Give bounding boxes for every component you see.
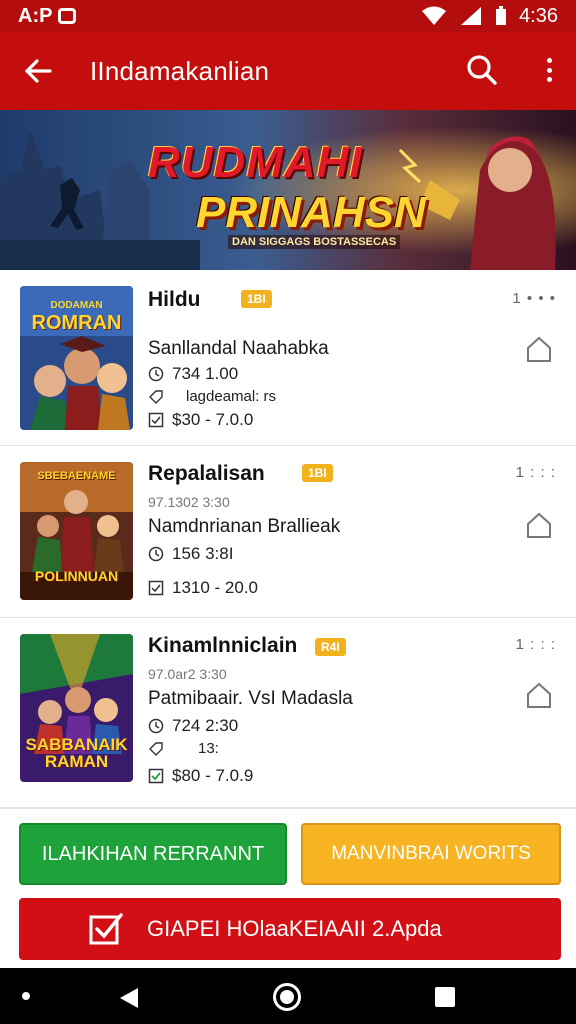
home-outline-icon[interactable] [524,680,554,710]
system-nav-bar [0,968,576,1024]
tag-icon [149,389,163,404]
item-price: 1310 - 20.0 [172,578,259,597]
clock-icon [148,546,164,562]
list-item[interactable]: SBEBAENAME POLINNUAN Repalalisan 1BI 1 :… [0,446,576,618]
list-item[interactable]: SABBANAIK RAMAN Kinamlnniclain R4I 1 : :… [0,618,576,808]
item-title: Hildu [148,288,201,311]
item-time: 734 1.00 [172,364,239,383]
item-thumbnail[interactable]: SABBANAIK RAMAN [20,634,133,782]
item-location: 13: [198,740,219,757]
item-badge: 1BI [302,464,333,482]
item-description: Sanllandal Naahabka [148,338,329,359]
item-title: Kinamlnniclain [148,634,298,657]
status-time: 4:36 [519,4,558,27]
thumbnail-top-text: SBEBAENAME [37,470,116,482]
item-subtitle: 97.1302 3:30 [148,494,230,510]
item-location: lagdeamal: rs [186,388,277,405]
wifi-icon [422,6,447,25]
item-time-row: 156 3:8I [148,544,233,564]
nav-home-icon[interactable] [273,983,301,1011]
promo-banner[interactable]: RUDMAHI PRINAHSN DAN SIGGAGS BOSTASSECAS [0,110,576,270]
search-icon [467,55,497,85]
checkbox-icon [148,580,164,596]
item-badge: R4I [315,638,346,656]
thumbnail-title: ROMRAN [31,312,122,334]
checklist-icon [89,913,123,945]
screen: A:P 4:36 IIndamakanlian RUDMAHI PRINAHSN… [0,0,576,1024]
more-dot [546,58,552,63]
item-time: 156 3:8I [172,544,234,563]
nav-dot [22,992,30,1000]
item-price-row: $80 - 7.0.9 [148,766,253,786]
item-location-row: 13: [148,740,219,757]
signal-icon [461,7,482,25]
thumbnail-title: POLINNUAN [34,568,119,584]
green-action-button[interactable]: ILAHKIHAN RERRANNT [19,823,287,885]
status-bar: A:P 4:36 [0,0,576,32]
app-bar: IIndamakanlian [0,32,576,110]
yellow-action-button[interactable]: MANVINBRAI WORITS [301,823,561,885]
item-title: Repalalisan [148,462,265,485]
nav-back-icon[interactable] [118,986,140,1010]
nav-recents-icon[interactable] [435,987,455,1007]
banner-subtitle: PRINAHSN [196,188,426,237]
item-thumbnail[interactable]: SBEBAENAME POLINNUAN [20,462,133,600]
item-price-row: $30 - 7.0.0 [148,410,253,430]
item-count: 1 : : : [515,464,556,481]
item-time-row: 724 2:30 [148,716,238,736]
item-count: 1 : : : [515,636,556,653]
tag-icon [149,741,163,756]
status-left-text: A:P [18,4,53,27]
arrow-left-icon [24,59,52,83]
more-options-button[interactable] [540,52,558,88]
item-description: Patmibaair. VsI Madasla [148,688,353,709]
search-button[interactable] [464,52,500,88]
action-row: ILAHKIHAN RERRANNT MANVINBRAI WORITS [0,808,576,900]
item-location-row: lagdeamal: rs [148,388,276,405]
item-price: $30 - 7.0.0 [172,410,254,429]
item-time: 724 2:30 [172,716,239,735]
item-badge: 1BI [241,290,272,308]
home-outline-icon[interactable] [524,334,554,364]
primary-action-label: GIAPEI HOlaaKEIAAII 2.Apda [147,916,442,941]
item-description: Namdnrianan Brallieak [148,516,341,537]
checkbox-icon [148,412,164,428]
banner-title: RUDMAHI [148,138,363,187]
thumbnail-top-text: DODAMAN [50,300,103,311]
item-price-row: 1310 - 20.0 [148,578,258,598]
item-price: $80 - 7.0.9 [172,766,254,785]
notification-icon [58,8,77,24]
page-title: IIndamakanlian [90,55,270,86]
banner-tagline: DAN SIGGAGS BOSTASSECAS [228,235,401,249]
battery-icon [496,6,507,25]
list-item[interactable]: DODAMAN ROMRAN Hildu 1BI 1 • • • Sanllan… [0,270,576,446]
status-left: A:P [18,4,77,28]
item-thumbnail[interactable]: DODAMAN ROMRAN [20,286,133,430]
checkbox-checked-icon [148,768,164,784]
status-right: 4:36 [421,5,558,28]
back-button[interactable] [0,32,76,110]
item-subtitle: 97.0ar2 3:30 [148,666,227,682]
clock-icon [148,718,164,734]
more-dot [546,77,552,82]
item-time-row: 734 1.00 [148,364,238,384]
home-outline-icon[interactable] [524,510,554,540]
event-list: DODAMAN ROMRAN Hildu 1BI 1 • • • Sanllan… [0,270,576,808]
clock-icon [148,366,164,382]
item-count: 1 • • • [512,290,556,307]
thumbnail-title: SABBANAIK RAMAN [25,735,128,771]
primary-action-button[interactable]: GIAPEI HOlaaKEIAAII 2.Apda [19,898,561,960]
more-dot [546,67,552,73]
